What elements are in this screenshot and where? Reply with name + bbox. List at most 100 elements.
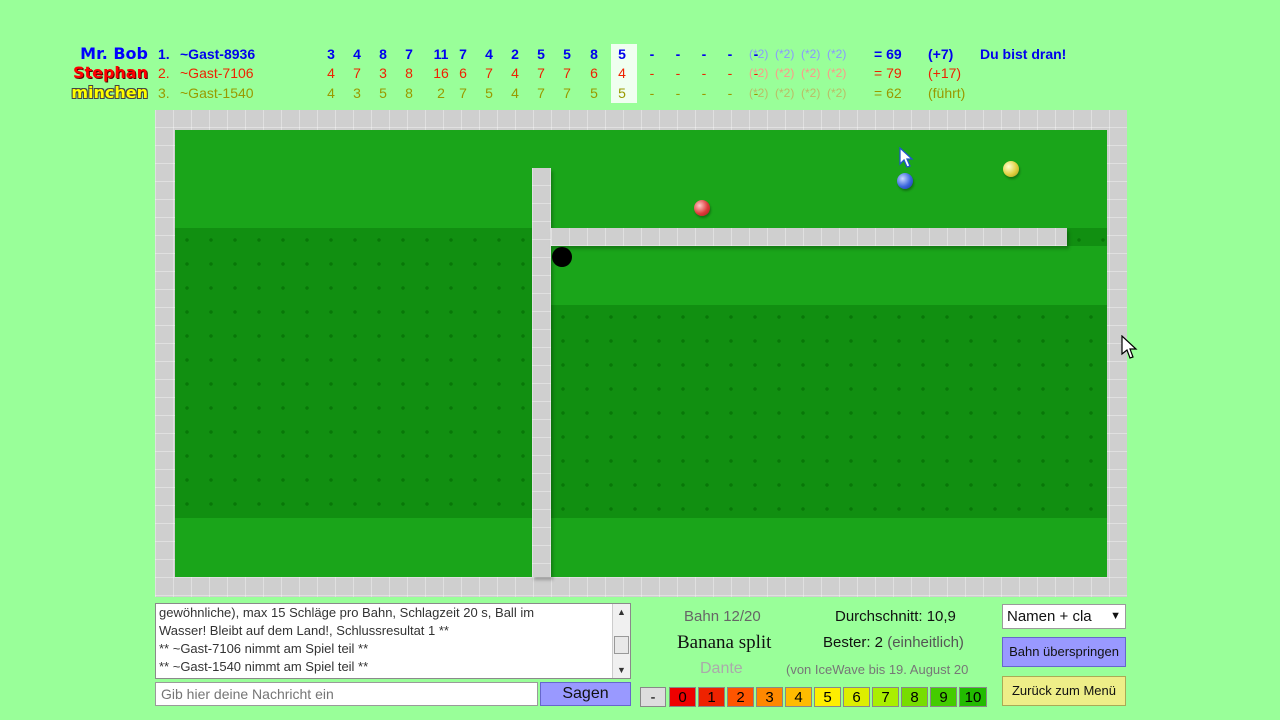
hole-score: 4	[327, 65, 335, 81]
hole-score: 5	[563, 46, 571, 62]
yellow-ball	[1003, 161, 1019, 177]
hole-score: -	[701, 65, 707, 81]
track-credit: (von IceWave bis 19. August 20	[786, 662, 969, 677]
hole-score: -	[675, 65, 681, 81]
player-total: = 69	[874, 46, 902, 62]
hole-score: 8	[590, 46, 598, 62]
track-best: Bester: 2 (einheitlich)	[823, 634, 964, 651]
hole-score: 3	[353, 85, 361, 101]
hole-score: 4	[353, 46, 361, 62]
player-name: ~Gast-1540	[180, 85, 254, 101]
hole-score: -	[701, 85, 707, 101]
rating-option[interactable]: 6	[843, 687, 870, 707]
chat-scrollbar[interactable]: ▲ ▼	[612, 604, 630, 678]
par-marker: (*2)	[749, 86, 769, 100]
hole-score: 5	[485, 85, 493, 101]
hole-score: -	[727, 65, 733, 81]
back-to-menu-button[interactable]: Zurück zum Menü	[1002, 676, 1126, 706]
rating-option[interactable]: 5	[814, 687, 841, 707]
send-button[interactable]: Sagen	[540, 682, 631, 706]
hole-score: -	[649, 85, 655, 101]
hole-score: -	[649, 65, 655, 81]
par-marker: (*2)	[775, 47, 795, 61]
select-value: Namen + cla	[1007, 608, 1092, 625]
hole-score: -	[727, 46, 733, 62]
rough-strip	[1067, 228, 1107, 246]
blue-ball[interactable]	[897, 173, 913, 189]
hole-score: -	[727, 85, 733, 101]
chat-input[interactable]	[155, 682, 538, 706]
par-marker: (*2)	[827, 66, 847, 80]
hole-score: 2	[437, 85, 445, 101]
chat-line: ** ~Gast-7106 nimmt am Spiel teil **	[159, 641, 369, 656]
player-row: minchen 3. ~Gast-1540 4 3 5 8 2 7 5 4 7 7 5 5- - - - - (*2)…	[0, 83, 1280, 103]
hole-score: 6	[459, 65, 467, 81]
par-marker: (*2)	[801, 86, 821, 100]
hole-score: 7	[353, 65, 361, 81]
chat-line: ** ~Gast-1540 nimmt am Spiel teil **	[159, 659, 369, 674]
hole-score: 6	[590, 65, 598, 81]
name-display-select[interactable]: Namen + cla ▼	[1002, 604, 1126, 629]
rating-option[interactable]: 2	[727, 687, 754, 707]
scroll-up-icon[interactable]: ▲	[613, 604, 630, 620]
skip-track-button[interactable]: Bahn überspringen	[1002, 637, 1126, 667]
best-value: Bester: 2	[823, 634, 884, 651]
track-number: Bahn 12/20	[684, 608, 761, 625]
hole-score: 11	[433, 46, 449, 62]
par-marker: (*2)	[775, 86, 795, 100]
track-average: Durchschnitt: 10,9	[835, 608, 956, 625]
hole-score: 7	[537, 85, 545, 101]
rating-option[interactable]: 3	[756, 687, 783, 707]
hole-score: 7	[405, 46, 413, 62]
hole-score: 5	[590, 85, 598, 101]
hole-score: 4	[327, 85, 335, 101]
hole-score: 7	[459, 46, 467, 62]
par-marker: (*2)	[827, 47, 847, 61]
player-diff: (führt)	[928, 85, 966, 101]
chat-log[interactable]: gewöhnliche), max 15 Schläge pro Bahn, S…	[155, 603, 631, 679]
hole-score: 7	[563, 85, 571, 101]
player-total: = 62	[874, 85, 902, 101]
hole-score: 7	[563, 65, 571, 81]
chevron-down-icon: ▼	[1110, 610, 1121, 622]
hole-score: 8	[405, 85, 413, 101]
hole-score: 5	[618, 85, 626, 101]
hole-score: -	[675, 46, 681, 62]
scroll-thumb[interactable]	[614, 636, 629, 654]
chat-line: gewöhnliche), max 15 Schläge pro Bahn, S…	[159, 605, 535, 620]
hole-score: -	[675, 85, 681, 101]
hole-score: 5	[618, 46, 626, 62]
par-marker: (*2)	[801, 66, 821, 80]
player-rank: 3.	[158, 85, 170, 101]
rating-option[interactable]: 8	[901, 687, 928, 707]
rating-option[interactable]: 0	[669, 687, 696, 707]
hole-score: 3	[379, 65, 387, 81]
par-marker: (*2)	[775, 66, 795, 80]
par-marker: (*2)	[801, 47, 821, 61]
player-diff: (+17)	[928, 65, 962, 81]
track-name: Banana split	[677, 632, 772, 653]
player-name: ~Gast-8936	[180, 46, 256, 62]
scroll-down-icon[interactable]: ▼	[613, 662, 630, 678]
player-rank: 2.	[158, 65, 170, 81]
player-diff: (+7)	[928, 46, 954, 62]
vertical-wall	[532, 168, 551, 577]
par-marker: (*2)	[827, 86, 847, 100]
player-rank: 1.	[158, 46, 170, 62]
rating-option[interactable]: 7	[872, 687, 899, 707]
hole-score: 4	[618, 65, 626, 81]
player-nickname: Mr. Bob	[80, 44, 148, 63]
rating-option[interactable]: 10	[959, 687, 987, 707]
chat-line: Wasser! Bleibt auf dem Land!, Schlussres…	[159, 623, 449, 638]
hole-score: -	[649, 46, 655, 62]
rating-option[interactable]: 4	[785, 687, 812, 707]
rating-minus-button[interactable]: -	[640, 687, 666, 707]
hole-score: 7	[485, 65, 493, 81]
player-nickname: minchen	[71, 83, 148, 102]
hole-score: 8	[405, 65, 413, 81]
player-total: = 79	[874, 65, 902, 81]
player-nickname: Stephan	[72, 63, 148, 82]
hole-score: 4	[485, 46, 493, 62]
rating-option[interactable]: 9	[930, 687, 957, 707]
rating-option[interactable]: 1	[698, 687, 725, 707]
